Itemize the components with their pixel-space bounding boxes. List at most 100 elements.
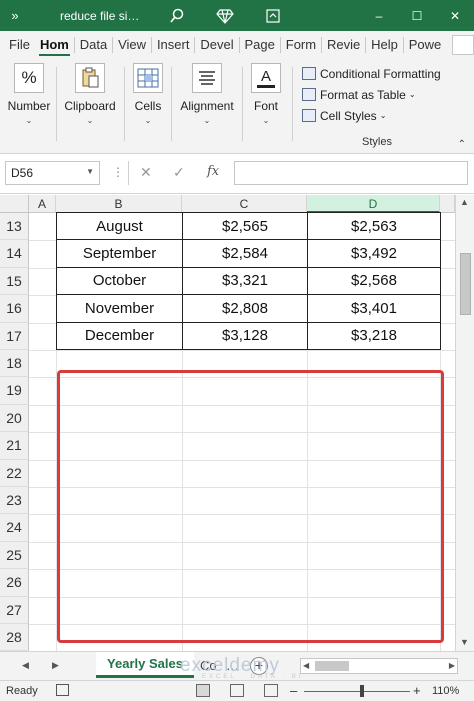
row-header[interactable]: 15 xyxy=(0,267,29,296)
tab-review[interactable]: Revie xyxy=(322,31,365,59)
row-header[interactable]: 13 xyxy=(0,213,29,241)
row-header[interactable]: 16 xyxy=(0,295,29,323)
column-header-b[interactable]: B xyxy=(56,195,182,213)
sheet-prev-icon[interactable]: ◀ xyxy=(22,660,29,671)
select-all-corner[interactable] xyxy=(0,195,29,213)
formula-input[interactable] xyxy=(234,161,468,185)
sheet-next-icon[interactable]: ▶ xyxy=(52,660,59,671)
row-header[interactable]: 20 xyxy=(0,404,29,433)
format-as-table-button[interactable]: Format as Table ⌄ xyxy=(302,84,472,105)
name-box[interactable]: D56 ▼ xyxy=(5,161,100,185)
cells-group-button[interactable]: Cells ⌄ xyxy=(131,63,165,143)
enter-entry-button[interactable]: ✓ xyxy=(173,164,185,181)
row-header[interactable]: 17 xyxy=(0,322,29,350)
tab-view[interactable]: View xyxy=(113,31,151,59)
zoom-slider[interactable] xyxy=(304,691,410,692)
insert-function-button[interactable]: fx xyxy=(207,164,219,179)
row-header[interactable]: 26 xyxy=(0,569,29,597)
column-c-cell[interactable]: $2,808 xyxy=(182,294,308,323)
column-c-cell[interactable]: $3,321 xyxy=(182,266,308,296)
zoom-in-button[interactable]: + xyxy=(413,683,421,698)
ribbon-divider xyxy=(171,67,172,141)
alignment-group-button[interactable]: Alignment ⌄ xyxy=(178,63,236,143)
gridline xyxy=(29,350,455,351)
column-d-cell[interactable]: $3,492 xyxy=(307,239,441,268)
month-cell[interactable]: October xyxy=(56,266,183,296)
clipboard-group-button[interactable]: Clipboard ⌄ xyxy=(62,63,118,143)
scroll-left-icon[interactable]: ◀ xyxy=(303,661,309,670)
more-tabs-button[interactable] xyxy=(452,35,474,55)
accessibility-icon[interactable] xyxy=(56,684,69,696)
tab-insert[interactable]: Insert xyxy=(152,31,195,59)
zoom-out-button[interactable]: – xyxy=(290,683,297,698)
scroll-up-icon[interactable]: ▲ xyxy=(460,197,469,207)
scroll-thumb[interactable] xyxy=(460,253,471,315)
row-header[interactable]: 24 xyxy=(0,514,29,542)
column-header-d[interactable]: D xyxy=(307,195,440,213)
row-header[interactable]: 21 xyxy=(0,432,29,460)
column-header-e[interactable] xyxy=(440,195,455,213)
overflow-chevron-icon[interactable]: » xyxy=(0,8,30,23)
scroll-right-icon[interactable]: ▶ xyxy=(449,661,455,670)
collapse-ribbon-icon[interactable]: ⌃ xyxy=(458,139,466,150)
horizontal-scrollbar[interactable]: ◀ ▶ xyxy=(300,658,458,674)
row-header[interactable]: 19 xyxy=(0,377,29,405)
page-layout-view-icon[interactable] xyxy=(230,684,244,697)
cell-styles-label: Cell Styles xyxy=(320,108,377,123)
tab-page-layout[interactable]: Page xyxy=(239,31,279,59)
row-header[interactable]: 18 xyxy=(0,350,29,378)
cell-styles-button[interactable]: Cell Styles ⌄ xyxy=(302,105,472,126)
column-d-cell[interactable]: $2,568 xyxy=(307,266,441,296)
column-d-cell[interactable]: $3,218 xyxy=(307,321,441,350)
maximize-button[interactable]: ☐ xyxy=(398,0,436,31)
minimize-button[interactable]: – xyxy=(360,0,398,31)
name-box-value: D56 xyxy=(11,166,34,180)
tab-file[interactable]: File xyxy=(4,31,35,59)
column-d-cell[interactable]: $3,401 xyxy=(307,294,441,323)
document-title[interactable]: reduce file si… ▾ xyxy=(30,9,140,23)
cancel-entry-button[interactable]: ✕ xyxy=(140,164,152,181)
tab-home[interactable]: Hom xyxy=(35,31,74,59)
tab-formulas[interactable]: Form xyxy=(281,31,321,59)
column-c-cell[interactable]: $2,565 xyxy=(182,212,308,241)
hscroll-thumb[interactable] xyxy=(315,661,349,671)
formula-bar-grip-icon[interactable]: ⋮ xyxy=(112,165,124,179)
close-button[interactable]: ✕ xyxy=(436,0,474,31)
row-header[interactable]: 14 xyxy=(0,240,29,268)
column-header-a[interactable]: A xyxy=(29,195,56,213)
tab-data[interactable]: Data xyxy=(75,31,112,59)
month-cell[interactable]: September xyxy=(56,239,183,268)
tab-help[interactable]: Help xyxy=(366,31,403,59)
month-cell[interactable]: December xyxy=(56,321,183,350)
tab-power-pivot[interactable]: Powe xyxy=(404,31,447,59)
column-c-cell[interactable]: $2,584 xyxy=(182,239,308,268)
page-break-view-icon[interactable] xyxy=(264,684,278,697)
zoom-slider-knob[interactable] xyxy=(360,685,364,697)
row-header[interactable]: 22 xyxy=(0,459,29,487)
ribbon-display-icon[interactable] xyxy=(254,0,292,31)
ribbon-tabs: File Hom Data View Insert Devel Page For… xyxy=(0,31,474,59)
cell-styles-icon xyxy=(302,109,316,122)
diamond-icon[interactable] xyxy=(206,0,244,31)
month-cell[interactable]: August xyxy=(56,212,183,241)
row-header[interactable]: 28 xyxy=(0,624,29,651)
worksheet-grid[interactable]: A B C D 13 14 15 16 17 18 19 20 21 22 23 24 25 26 27 28… xyxy=(0,195,474,651)
column-d-cell[interactable]: $2,563 xyxy=(307,212,441,241)
conditional-formatting-button[interactable]: Conditional Formatting xyxy=(302,63,472,84)
zoom-level[interactable]: 110% xyxy=(432,685,459,697)
column-header-c[interactable]: C xyxy=(182,195,307,213)
tab-developer[interactable]: Devel xyxy=(195,31,238,59)
highlight-rectangle xyxy=(57,370,444,643)
row-header[interactable]: 23 xyxy=(0,487,29,515)
scroll-down-icon[interactable]: ▼ xyxy=(460,637,469,647)
row-header[interactable]: 25 xyxy=(0,541,29,570)
month-cell[interactable]: November xyxy=(56,294,183,323)
formula-divider xyxy=(128,161,129,185)
normal-view-icon[interactable] xyxy=(196,684,210,697)
column-c-cell[interactable]: $3,128 xyxy=(182,321,308,350)
search-icon[interactable] xyxy=(158,0,196,31)
font-group-button[interactable]: A Font ⌄ xyxy=(250,63,282,143)
number-group-button[interactable]: % Number ⌄ xyxy=(8,63,50,143)
vertical-scrollbar[interactable]: ▲ ▼ xyxy=(455,195,474,651)
row-header[interactable]: 27 xyxy=(0,596,29,624)
